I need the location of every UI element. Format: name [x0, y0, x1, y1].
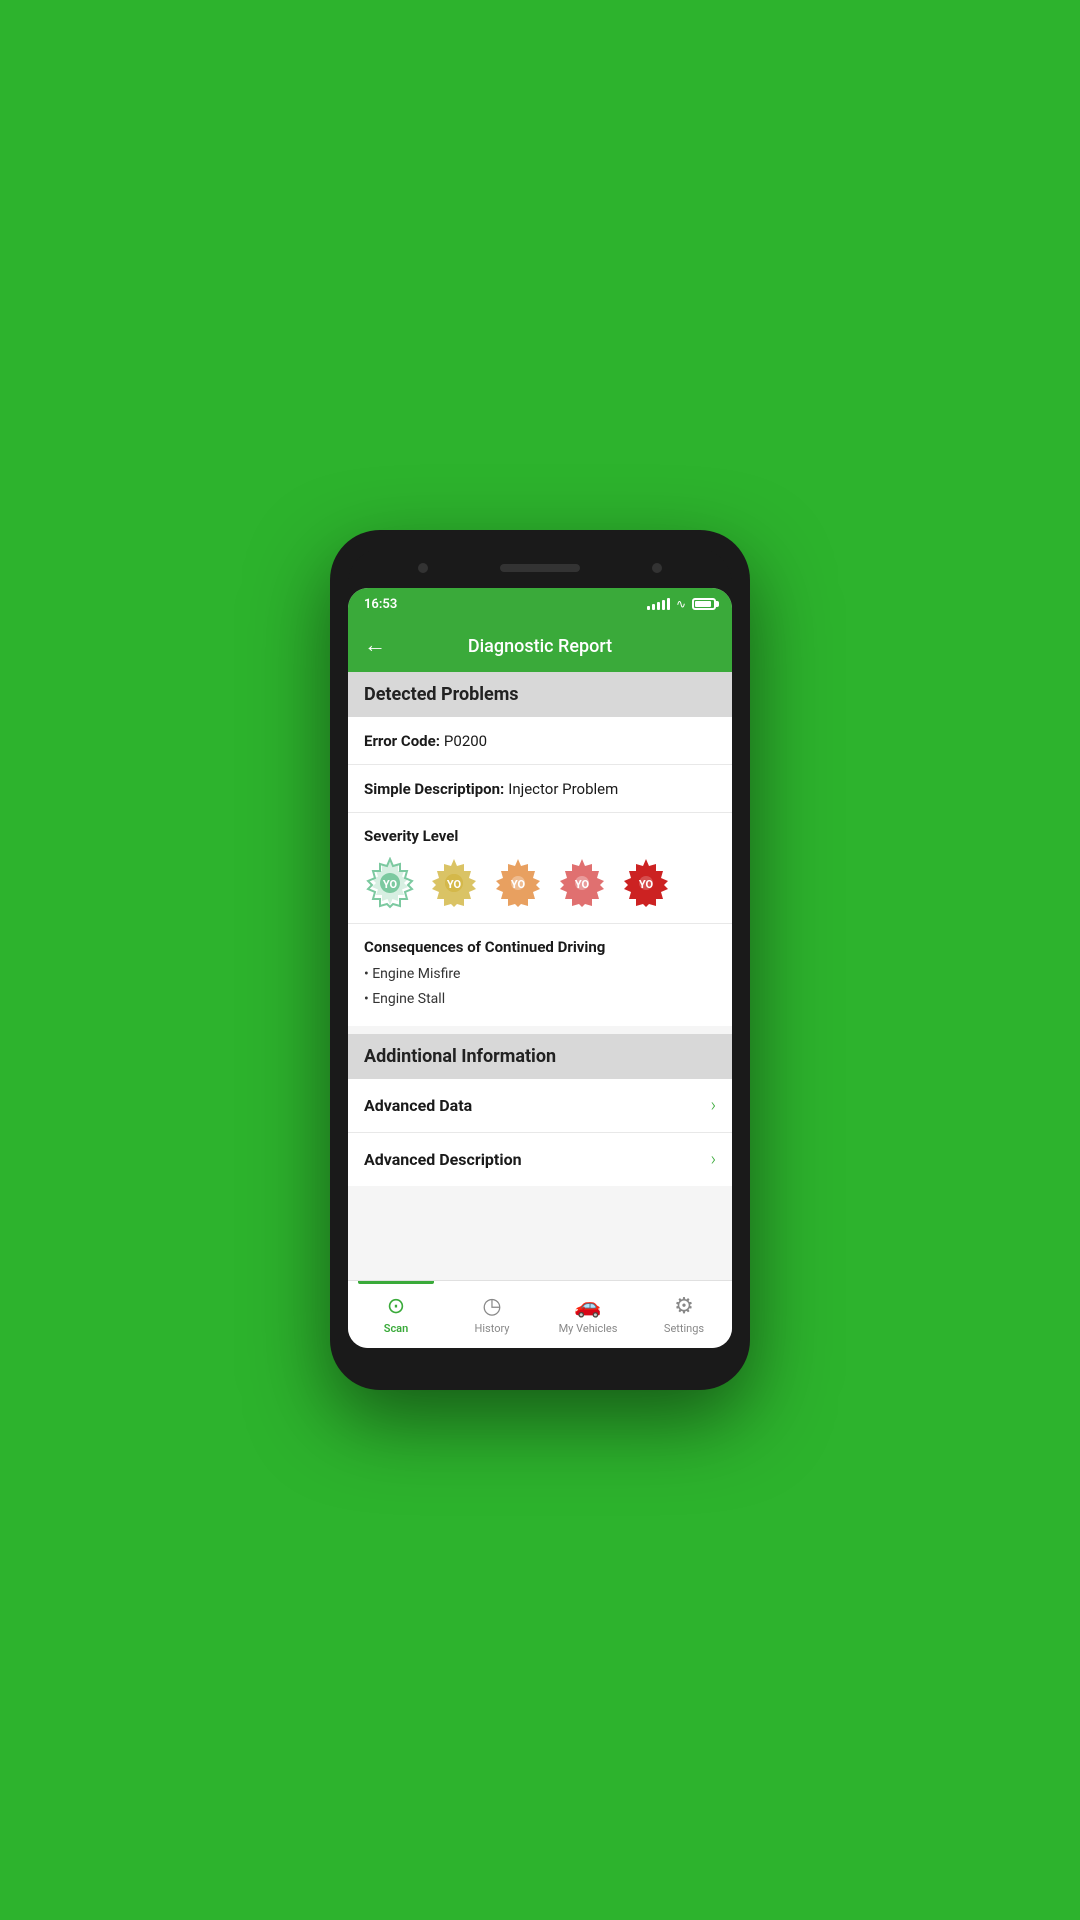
- simple-desc-label: Simple Descriptipon:: [364, 780, 504, 798]
- consequences-section: Consequences of Continued Driving • Engi…: [348, 924, 732, 1026]
- app-header: ← Diagnostic Report: [348, 620, 732, 672]
- svg-text:YO: YO: [575, 878, 590, 891]
- consequence-1: • Engine Misfire: [364, 962, 716, 987]
- status-time: 16:53: [364, 597, 397, 612]
- nav-item-history[interactable]: ◷ History: [444, 1281, 540, 1348]
- status-bar: 16:53 ∿: [348, 588, 732, 620]
- section-gap: [348, 1026, 732, 1034]
- severity-gear-2: YO YO: [428, 857, 480, 909]
- error-code-row: Error Code: P0200: [348, 717, 732, 765]
- back-button[interactable]: ←: [364, 635, 386, 657]
- scan-label: Scan: [384, 1322, 409, 1335]
- settings-label: Settings: [664, 1322, 704, 1335]
- severity-gear-3: YO: [492, 857, 544, 909]
- advanced-description-chevron: ›: [711, 1149, 716, 1170]
- camera-right: [652, 563, 662, 573]
- bottom-nav: ⊙ Scan ◷ History 🚗 My Vehicles ⚙ Setting…: [348, 1280, 732, 1348]
- my-vehicles-label: My Vehicles: [559, 1322, 618, 1335]
- svg-text:YO: YO: [639, 878, 654, 891]
- nav-item-settings[interactable]: ⚙ Settings: [636, 1281, 732, 1348]
- error-code-value: P0200: [444, 732, 487, 750]
- additional-info-card: Advanced Data › Advanced Description ›: [348, 1079, 732, 1186]
- main-content: Detected Problems Error Code: P0200 Simp…: [348, 672, 732, 1280]
- detected-problems-header: Detected Problems: [348, 672, 732, 717]
- additional-info-header: Addintional Information: [348, 1034, 732, 1079]
- scan-icon: ⊙: [387, 1294, 405, 1319]
- advanced-data-row[interactable]: Advanced Data ›: [348, 1079, 732, 1133]
- phone-notch: [348, 548, 732, 588]
- phone-speaker: [500, 564, 580, 572]
- nav-item-my-vehicles[interactable]: 🚗 My Vehicles: [540, 1281, 636, 1348]
- svg-text:YO: YO: [447, 878, 462, 891]
- svg-text:YO: YO: [383, 878, 398, 891]
- detected-problems-title: Detected Problems: [364, 684, 519, 705]
- simple-description-row: Simple Descriptipon: Injector Problem: [348, 765, 732, 813]
- advanced-data-label: Advanced Data: [364, 1096, 472, 1115]
- consequences-title: Consequences of Continued Driving: [364, 938, 716, 956]
- advanced-data-chevron: ›: [711, 1095, 716, 1116]
- settings-icon: ⚙: [674, 1294, 694, 1319]
- severity-icons-row: YO YO YO: [364, 857, 716, 909]
- error-code-label: Error Code:: [364, 732, 440, 750]
- additional-info-title: Addintional Information: [364, 1046, 556, 1067]
- severity-gear-5: YO: [620, 857, 672, 909]
- advanced-description-label: Advanced Description: [364, 1150, 522, 1169]
- detected-problems-card: Error Code: P0200 Simple Descriptipon: I…: [348, 717, 732, 1026]
- my-vehicles-icon: 🚗: [574, 1294, 601, 1319]
- wifi-icon: ∿: [676, 597, 686, 611]
- severity-gear-4: YO: [556, 857, 608, 909]
- history-icon: ◷: [482, 1294, 501, 1319]
- severity-label: Severity Level: [364, 827, 716, 845]
- svg-text:YO: YO: [511, 878, 526, 891]
- page-title: Diagnostic Report: [398, 636, 682, 657]
- nav-item-scan[interactable]: ⊙ Scan: [348, 1281, 444, 1348]
- camera-left: [418, 563, 428, 573]
- phone-frame: 16:53 ∿ ← Diagnostic Report: [330, 530, 750, 1390]
- battery-icon: [692, 598, 716, 610]
- status-icons: ∿: [647, 597, 716, 611]
- simple-desc-value: Injector Problem: [508, 780, 618, 798]
- phone-screen: 16:53 ∿ ← Diagnostic Report: [348, 588, 732, 1348]
- advanced-description-row[interactable]: Advanced Description ›: [348, 1133, 732, 1186]
- severity-section: Severity Level YO: [348, 813, 732, 924]
- history-label: History: [475, 1322, 510, 1335]
- signal-icon: [647, 598, 670, 610]
- severity-gear-1: YO: [364, 857, 416, 909]
- consequence-2: • Engine Stall: [364, 987, 716, 1012]
